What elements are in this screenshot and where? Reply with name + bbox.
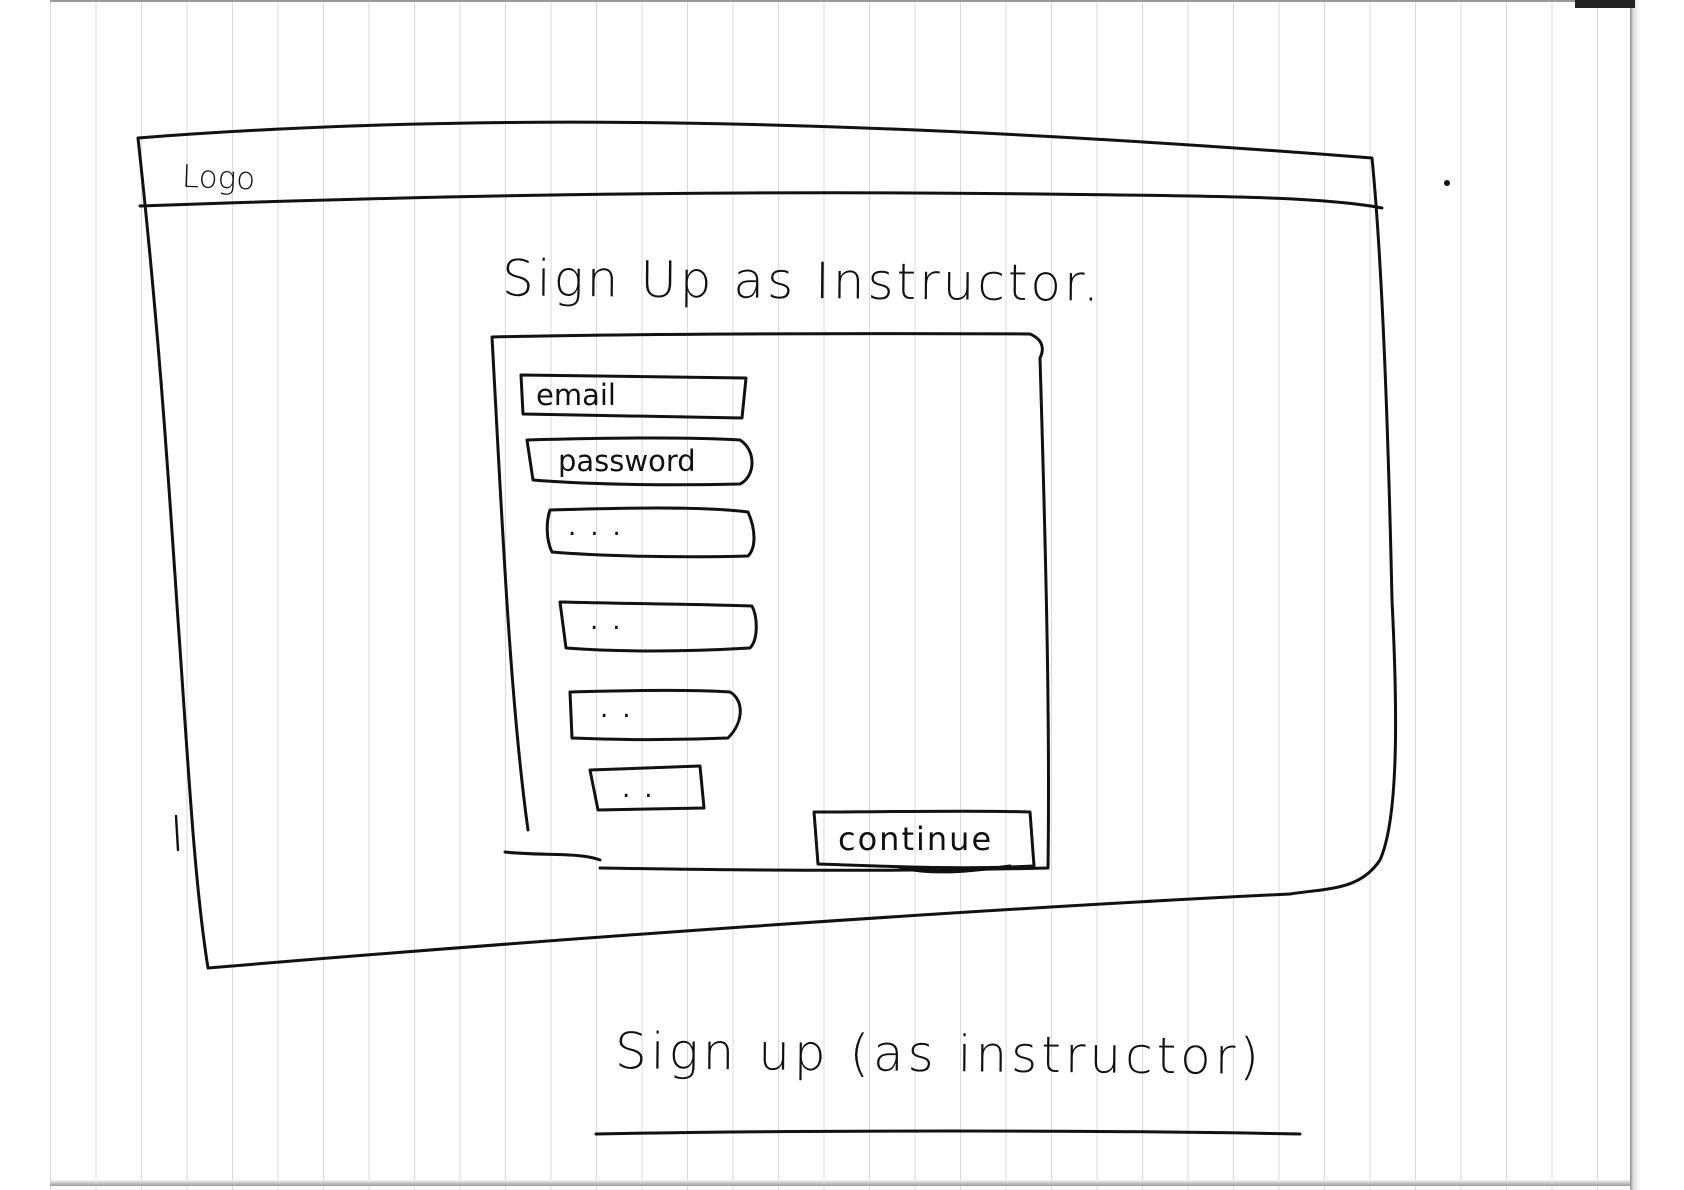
caption-underline-layer [594,180,1450,1136]
caption-underline [594,1129,1302,1136]
stray-dot [1444,180,1450,186]
